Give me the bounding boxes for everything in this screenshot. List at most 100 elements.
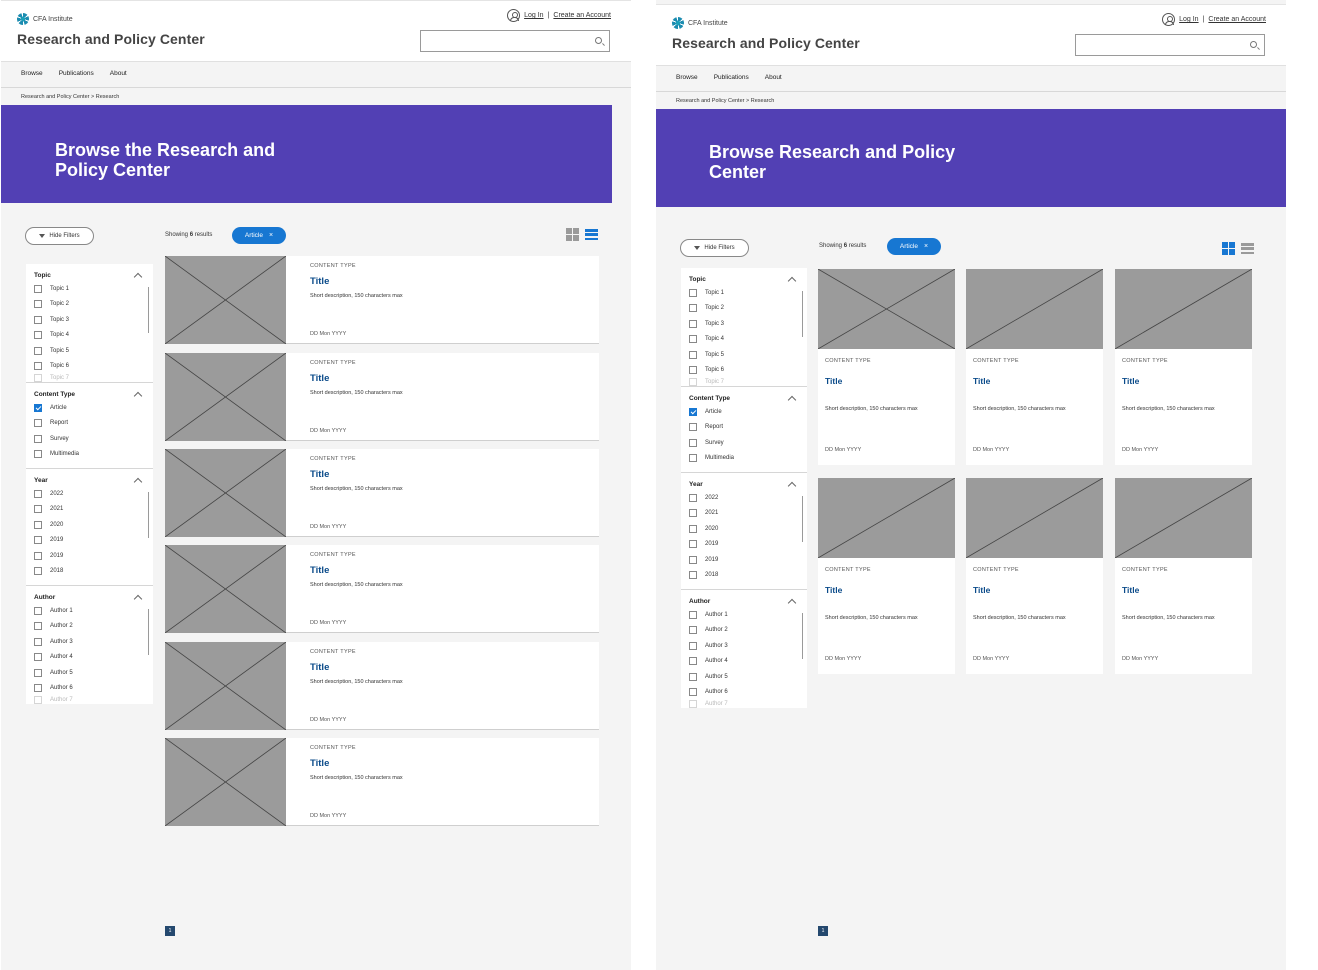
checkbox[interactable] (34, 684, 42, 693)
card-image-placeholder[interactable] (1115, 478, 1252, 558)
card-title[interactable]: Title (1122, 585, 1139, 595)
filter-option[interactable]: Author 2 (689, 623, 799, 639)
checkbox[interactable] (34, 315, 42, 324)
filter-option-partial[interactable]: Topic 7 (34, 374, 145, 382)
filter-option[interactable]: Topic 1 (34, 281, 145, 297)
card-image-placeholder[interactable] (165, 642, 286, 730)
filter-option[interactable]: Article (689, 404, 799, 420)
checkbox[interactable] (34, 520, 42, 529)
filter-option[interactable]: Report (34, 416, 145, 432)
card-title[interactable]: Title (310, 276, 329, 287)
user-icon[interactable] (507, 9, 521, 22)
nav-item-about[interactable]: About (110, 70, 127, 77)
filter-option[interactable]: Topic 5 (34, 343, 145, 359)
hide-filters-button[interactable]: Hide Filters (680, 239, 749, 257)
filter-option[interactable]: Report (689, 420, 799, 436)
checkbox[interactable] (689, 657, 697, 666)
checkbox[interactable] (34, 567, 42, 576)
checkbox[interactable] (689, 700, 697, 708)
result-card[interactable]: CONTENT TYPE Title Short description, 150 … (818, 478, 955, 674)
checkbox[interactable] (34, 450, 42, 459)
nav-item-publications[interactable]: Publications (714, 74, 749, 81)
checkbox[interactable] (34, 300, 42, 309)
checkbox[interactable] (34, 434, 42, 443)
result-card[interactable]: CONTENT TYPE Title Short description, 150 … (165, 449, 599, 537)
filter-scrollbar[interactable] (801, 496, 803, 542)
filter-group-header[interactable]: Author (689, 596, 799, 607)
filter-option[interactable]: Topic 2 (689, 301, 799, 317)
checkbox[interactable] (34, 622, 42, 631)
card-title[interactable]: Title (310, 469, 329, 480)
active-filter-chip[interactable]: Article × (887, 238, 941, 255)
checkbox[interactable] (34, 362, 42, 371)
cfa-logo[interactable]: CFA Institute (672, 17, 728, 29)
filter-group-header[interactable]: Content Type (689, 393, 799, 404)
filter-option[interactable]: 2020 (34, 517, 145, 533)
grid-view-icon[interactable] (1222, 242, 1235, 255)
filter-option[interactable]: Topic 3 (689, 316, 799, 332)
filter-group-header[interactable]: Topic (689, 274, 799, 285)
card-image-placeholder[interactable] (966, 269, 1103, 349)
filter-option[interactable]: Topic 6 (34, 359, 145, 375)
filter-option[interactable]: Topic 2 (34, 297, 145, 313)
checkbox[interactable] (689, 610, 697, 619)
filter-scrollbar[interactable] (801, 291, 803, 337)
checkbox[interactable] (689, 524, 697, 533)
pagination-page-1[interactable]: 1 (165, 926, 175, 936)
checkbox[interactable] (34, 637, 42, 646)
checkbox[interactable] (689, 438, 697, 447)
checkbox[interactable] (34, 374, 42, 382)
checkbox[interactable] (689, 378, 697, 386)
filter-scrollbar[interactable] (147, 492, 149, 538)
checkbox[interactable] (689, 366, 697, 375)
filter-option[interactable]: 2019 (34, 533, 145, 549)
close-icon[interactable]: × (924, 243, 928, 250)
result-card[interactable]: CONTENT TYPE Title Short description, 150 … (966, 478, 1103, 674)
create-account-link[interactable]: Create an Account (553, 12, 611, 19)
result-card[interactable]: CONTENT TYPE Title Short description, 150 … (165, 256, 599, 344)
search-icon[interactable] (595, 37, 602, 44)
list-view-icon[interactable] (585, 228, 598, 241)
filter-option[interactable]: 2018 (34, 564, 145, 580)
card-title[interactable]: Title (1122, 376, 1139, 386)
filter-group-header[interactable]: Content Type (34, 389, 145, 400)
filter-group-header[interactable]: Year (34, 475, 145, 486)
nav-item-publications[interactable]: Publications (59, 70, 94, 77)
checkbox[interactable] (689, 672, 697, 681)
card-title[interactable]: Title (310, 758, 329, 769)
filter-option[interactable]: Author 5 (34, 665, 145, 681)
checkbox-checked[interactable] (34, 403, 42, 412)
filter-option[interactable]: Author 5 (689, 669, 799, 685)
filter-option-partial[interactable]: Author 7 (689, 700, 799, 708)
breadcrumb-root[interactable]: Research and Policy Center (676, 98, 744, 104)
login-link[interactable]: Log In (1179, 16, 1198, 23)
breadcrumb-root[interactable]: Research and Policy Center (21, 94, 89, 100)
site-title[interactable]: Research and Policy Center (17, 31, 205, 47)
card-title[interactable]: Title (973, 376, 990, 386)
nav-item-browse[interactable]: Browse (676, 74, 698, 81)
checkbox[interactable] (689, 319, 697, 328)
filter-option[interactable]: Author 2 (34, 619, 145, 635)
filter-option[interactable]: Topic 5 (689, 347, 799, 363)
filter-option-partial[interactable]: Topic 7 (689, 378, 799, 386)
filter-option[interactable]: Topic 3 (34, 312, 145, 328)
search-icon[interactable] (1250, 41, 1257, 48)
result-card[interactable]: CONTENT TYPE Title Short description, 150 … (818, 269, 955, 465)
close-icon[interactable]: × (269, 232, 273, 239)
filter-option[interactable]: Topic 4 (34, 328, 145, 344)
site-title[interactable]: Research and Policy Center (672, 35, 860, 51)
card-image-placeholder[interactable] (165, 449, 286, 537)
filter-option[interactable]: Author 6 (34, 681, 145, 697)
checkbox[interactable] (34, 346, 42, 355)
filter-option[interactable]: 2020 (689, 521, 799, 537)
checkbox-checked[interactable] (689, 407, 697, 416)
card-title[interactable]: Title (310, 565, 329, 576)
create-account-link[interactable]: Create an Account (1208, 16, 1266, 23)
card-image-placeholder[interactable] (818, 269, 955, 349)
filter-option[interactable]: 2019 (689, 537, 799, 553)
result-card[interactable]: CONTENT TYPE Title Short description, 150 … (165, 642, 599, 730)
list-view-icon[interactable] (1241, 242, 1254, 255)
filter-option[interactable]: 2021 (689, 506, 799, 522)
login-link[interactable]: Log In (524, 12, 543, 19)
checkbox[interactable] (34, 606, 42, 615)
